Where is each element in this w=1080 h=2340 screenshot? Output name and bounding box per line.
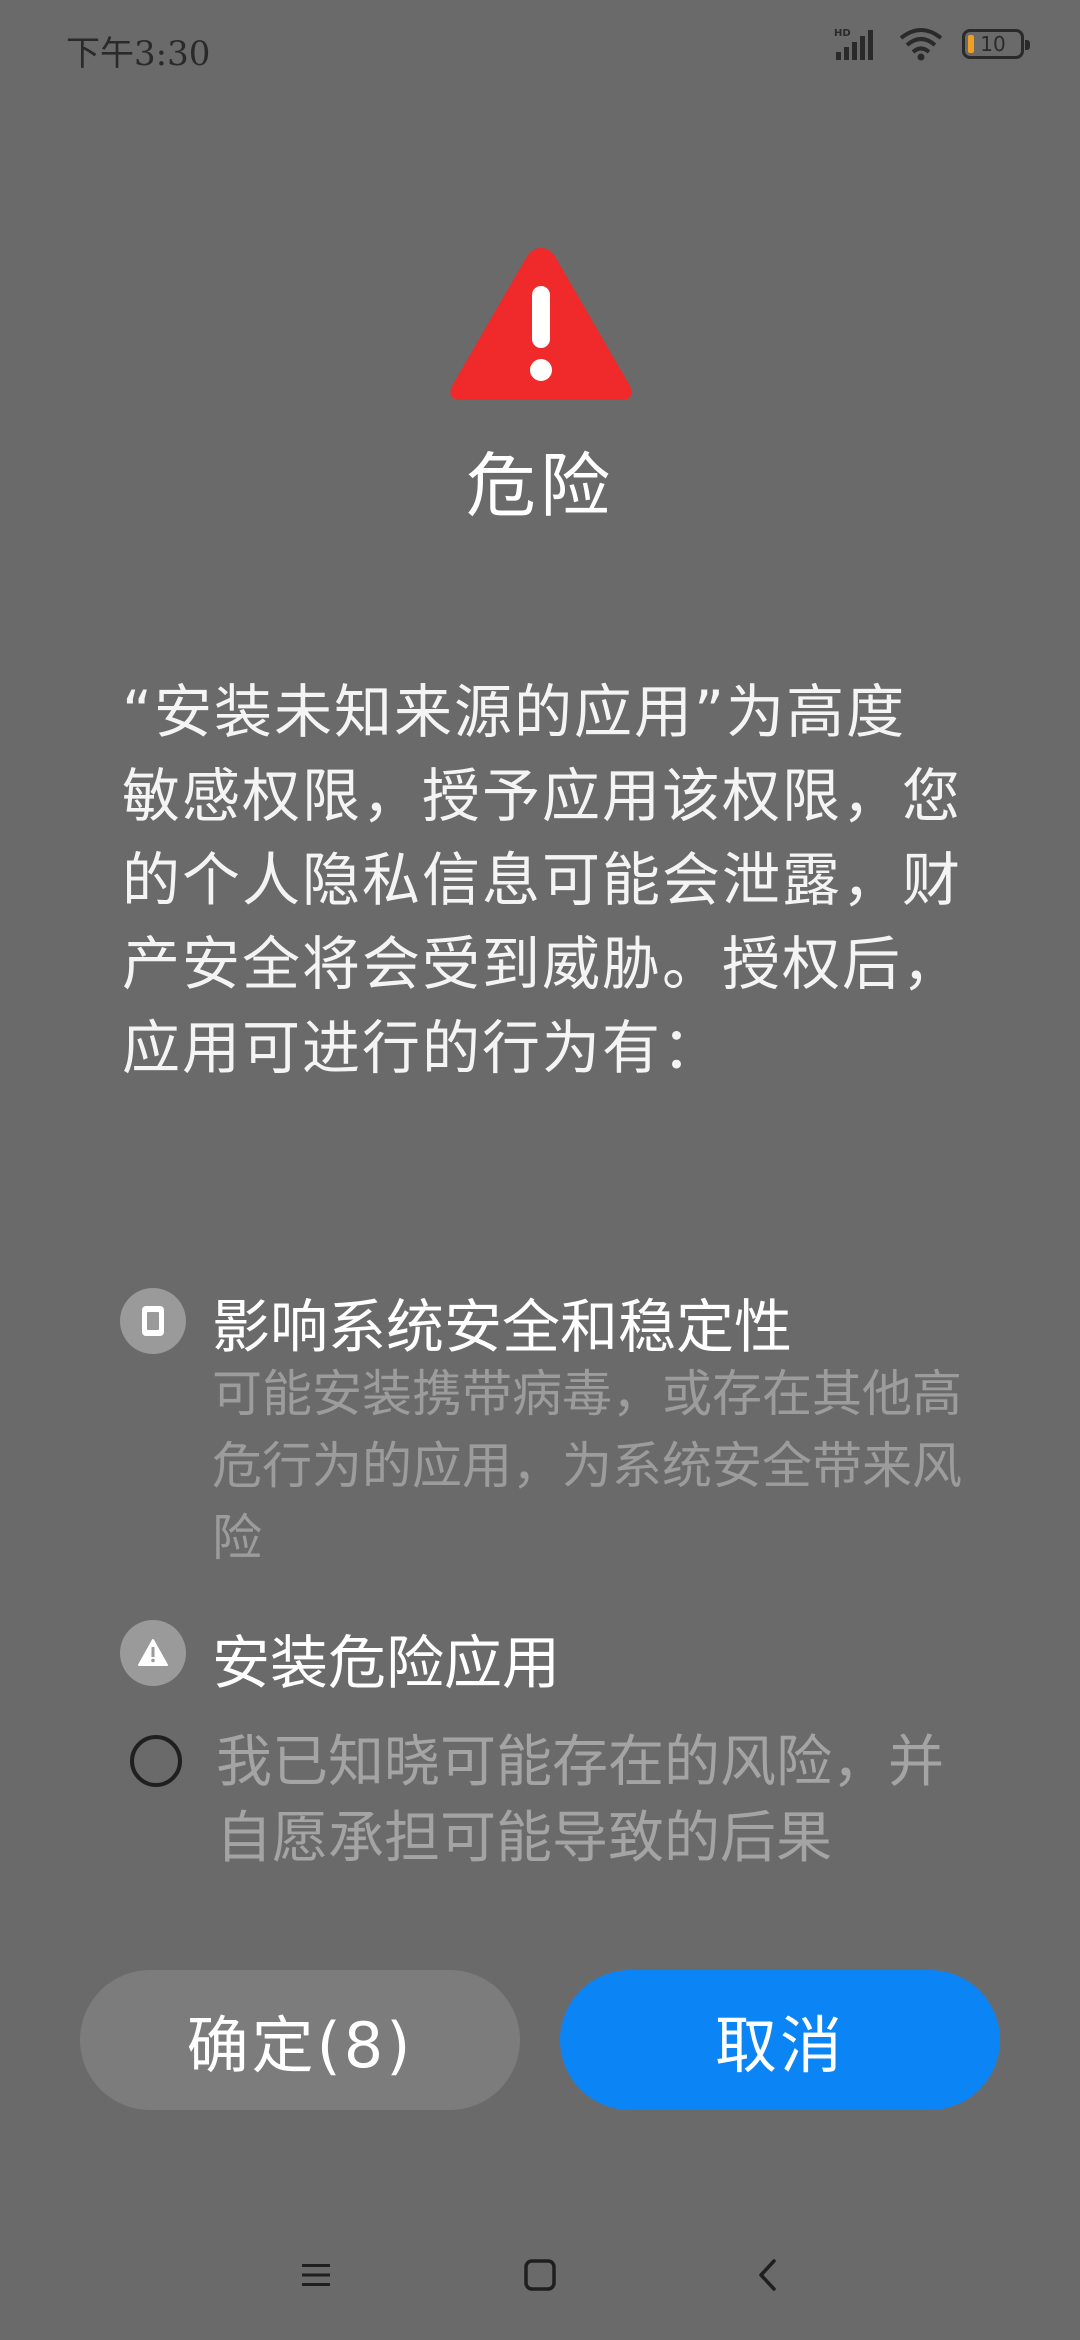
dialog-title: 危险 xyxy=(466,445,614,527)
list-item-dangerous-apps: 安装危险应用 xyxy=(120,1616,970,1697)
acknowledge-checkbox[interactable] xyxy=(130,1735,182,1787)
menu-icon[interactable] xyxy=(286,2250,346,2300)
warning-icon xyxy=(120,1620,186,1686)
back-icon[interactable] xyxy=(738,2250,798,2300)
svg-text:HD: HD xyxy=(834,28,851,39)
battery-fill xyxy=(968,35,974,53)
status-bar: 下午3:30 HD 10 xyxy=(0,0,1080,96)
status-icons: HD 10 xyxy=(834,26,1030,62)
phone-icon xyxy=(120,1288,186,1354)
dialog-description: “安装未知来源的应用”为高度敏感权限，授予应用该权限，您的个人隐私信息可能会泄露… xyxy=(122,678,963,1082)
item-title: 影响系统安全和稳定性 xyxy=(212,1293,793,1361)
navigation-bar xyxy=(0,2230,1080,2320)
acknowledge-label[interactable]: 我已知晓可能存在的风险，并自愿承担可能导致的后果 xyxy=(216,1725,976,1877)
battery-level: 10 xyxy=(980,32,1006,56)
confirm-button[interactable]: 确定(8) xyxy=(80,1970,520,2110)
cancel-button[interactable]: 取消 xyxy=(560,1970,1000,2110)
hd-signal-icon: HD xyxy=(834,28,873,60)
screen: 下午3:30 HD 10 危险 “安装未知来源的应用”为高度敏感权限，授予应用该… xyxy=(0,0,1080,2340)
wifi-icon xyxy=(899,28,943,61)
item-desc: 可能安装携带病毒，或存在其他高危行为的应用，为系统安全带来风险 xyxy=(212,1365,962,1567)
warning-triangle-icon xyxy=(450,248,632,400)
list-item-system-security: 影响系统安全和稳定性 可能安装携带病毒，或存在其他高危行为的应用，为系统安全带来… xyxy=(120,1280,970,1567)
status-time: 下午3:30 xyxy=(66,34,211,74)
item-title: 安装危险应用 xyxy=(212,1629,561,1697)
home-icon[interactable] xyxy=(510,2250,570,2300)
battery-icon: 10 xyxy=(962,29,1030,59)
